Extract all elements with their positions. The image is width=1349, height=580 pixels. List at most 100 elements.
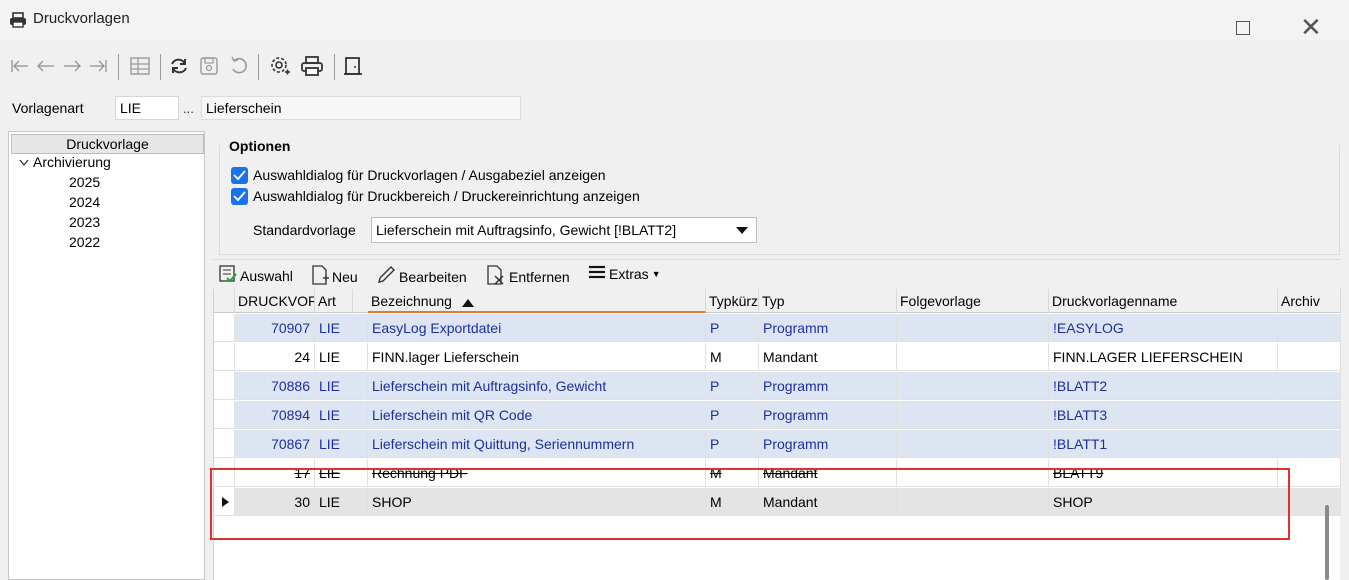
table-row[interactable]: 70907 LIE EasyLog Exportdatei P Programm !EAS… — [214, 314, 1341, 342]
refresh-icon[interactable] — [166, 48, 192, 84]
vorlagenart-code-field[interactable]: LIE — [115, 96, 179, 120]
exit-icon[interactable] — [340, 48, 366, 84]
prev-icon[interactable] — [34, 48, 58, 84]
tree-item-year[interactable]: 2025 — [69, 174, 100, 190]
column-header[interactable]: DRUCKVOR — [235, 289, 315, 313]
column-header[interactable]: Folgevorlage — [897, 289, 1049, 313]
vorlagenart-name-field: Lieferschein — [201, 96, 521, 120]
tree-item-year[interactable]: 2024 — [69, 194, 100, 210]
column-header-label: Bezeichnung — [371, 293, 452, 309]
cell-art: LIE — [315, 430, 368, 458]
navigation-tree: Druckvorlage Archivierung 2025 2024 2023… — [8, 131, 205, 580]
print-icon[interactable] — [298, 48, 326, 84]
cell-bezeichnung: Lieferschein mit Auftragsinfo, Gewicht — [368, 372, 706, 400]
cell-typ: Programm — [759, 401, 897, 429]
cell-archiv — [1278, 430, 1341, 458]
chevron-down-icon[interactable] — [19, 154, 33, 170]
cell-typkuerzel: P — [706, 314, 759, 342]
cell-art: LIE — [315, 314, 368, 342]
window-title: Druckvorlagen — [33, 10, 130, 27]
sort-ascending-icon — [461, 290, 474, 311]
bearbeiten-button[interactable]: Bearbeiten — [376, 265, 467, 288]
maximize-button[interactable] — [1236, 21, 1250, 35]
main-toolbar — [0, 48, 520, 88]
cell-druckvorlagenname: !BLATT3 — [1049, 401, 1278, 429]
grid-toolbar: Auswahl Neu Bearbeiten Entfernen Extras … — [213, 259, 1340, 289]
select-list-icon — [219, 265, 237, 286]
tree-item-archivierung[interactable]: Archivierung — [19, 154, 111, 170]
select-value: Lieferschein mit Auftragsinfo, Gewicht [… — [376, 222, 677, 238]
cell-id: 70907 — [235, 314, 315, 342]
highlight-annotation-box — [210, 468, 1290, 540]
cell-druckvorlagenname: FINN.LAGER LIEFERSCHEIN — [1049, 343, 1278, 371]
column-header-bezeichnung[interactable]: Bezeichnung — [368, 289, 706, 313]
column-header[interactable]: Typkürz — [706, 289, 759, 313]
cell-bezeichnung: EasyLog Exportdatei — [368, 314, 706, 342]
column-header[interactable]: Art — [315, 289, 353, 313]
table-row[interactable]: 70894 LIE Lieferschein mit QR Code P Program… — [214, 401, 1341, 429]
pencil-icon — [376, 265, 396, 288]
table-row[interactable]: 70867 LIE Lieferschein mit Quittung, Serie… — [214, 430, 1341, 458]
vorlagenart-lookup-button[interactable]: ... — [183, 101, 194, 116]
cell-folgevorlage — [897, 430, 1049, 458]
table-row[interactable]: 70886 LIE Lieferschein mit Auftragsinfo, G… — [214, 372, 1341, 400]
printer-app-icon — [9, 12, 27, 28]
auswahl-label: Auswahl — [240, 267, 293, 284]
grid-icon[interactable] — [126, 48, 154, 84]
neu-label: Neu — [332, 268, 358, 285]
cell-folgevorlage — [897, 314, 1049, 342]
checkbox-label: Auswahldialog für Druckbereich / Drucker… — [253, 188, 640, 204]
bearbeiten-label: Bearbeiten — [399, 268, 467, 285]
row-indicator — [214, 430, 235, 458]
cell-art: LIE — [315, 343, 368, 371]
toolbar-separator — [160, 54, 161, 80]
row-indicator — [214, 314, 235, 342]
cell-typ: Programm — [759, 372, 897, 400]
checkbox-druckbereich-dialog[interactable] — [231, 188, 248, 205]
row-indicator — [214, 343, 235, 371]
cell-archiv — [1278, 401, 1341, 429]
delete-document-icon — [486, 265, 506, 288]
toolbar-separator — [118, 54, 119, 80]
row-indicator-header — [214, 289, 235, 313]
first-icon[interactable] — [8, 48, 32, 84]
tree-item-year[interactable]: 2022 — [69, 234, 100, 250]
cell-id: 70867 — [235, 430, 315, 458]
cell-id: 70886 — [235, 372, 315, 400]
standardvorlage-label: Standardvorlage — [253, 222, 356, 238]
dropdown-arrow-icon: ▼ — [651, 268, 661, 279]
auswahl-button[interactable]: Auswahl — [219, 265, 293, 286]
extras-menu[interactable]: Extras ▼ — [588, 265, 661, 282]
cell-folgevorlage — [897, 401, 1049, 429]
table-row[interactable]: 24 LIE FINN.lager Lieferschein M Mandant FINN… — [214, 343, 1341, 371]
standardvorlage-select[interactable]: Lieferschein mit Auftragsinfo, Gewicht [… — [371, 217, 757, 243]
cell-archiv — [1278, 343, 1341, 371]
new-document-icon — [311, 265, 329, 288]
checkbox-druckvorlagen-dialog[interactable] — [231, 167, 248, 184]
cell-archiv — [1278, 314, 1341, 342]
dropdown-arrow-icon[interactable] — [729, 219, 755, 241]
column-header[interactable]: Archiv — [1278, 289, 1341, 313]
undo-icon[interactable] — [226, 48, 252, 84]
next-icon[interactable] — [60, 48, 84, 84]
cell-art: LIE — [315, 401, 368, 429]
neu-button[interactable]: Neu — [311, 265, 358, 288]
cell-bezeichnung: Lieferschein mit Quittung, Seriennummern — [368, 430, 706, 458]
tree-item-druckvorlage[interactable]: Druckvorlage — [11, 134, 204, 154]
cell-druckvorlagenname: !BLATT2 — [1049, 372, 1278, 400]
entfernen-button[interactable]: Entfernen — [486, 265, 570, 288]
tree-item-year[interactable]: 2023 — [69, 214, 100, 230]
toolbar-separator — [258, 54, 259, 80]
column-header[interactable]: Typ — [759, 289, 897, 313]
last-icon[interactable] — [86, 48, 110, 84]
checkbox-label: Auswahldialog für Druckvorlagen / Ausgab… — [253, 167, 606, 183]
toolbar-separator — [334, 54, 335, 80]
hamburger-icon — [588, 265, 606, 282]
tree-item-label: Archivierung — [33, 154, 111, 170]
settings-icon[interactable] — [266, 48, 294, 84]
column-header[interactable]: Druckvorlagenname — [1049, 289, 1278, 313]
close-button[interactable]: ✕ — [1300, 14, 1322, 40]
save-icon[interactable] — [196, 48, 222, 84]
cell-folgevorlage — [897, 343, 1049, 371]
vertical-scrollbar-thumb[interactable] — [1325, 505, 1329, 580]
